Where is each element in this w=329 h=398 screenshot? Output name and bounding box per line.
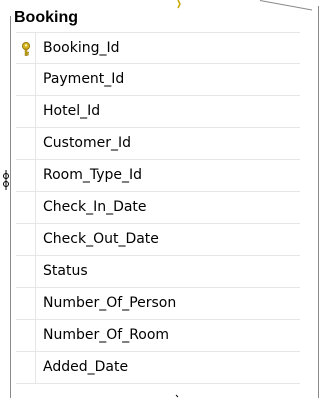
column-row-check-in-date[interactable]: Check_In_Date <box>16 192 300 224</box>
key-gutter <box>16 352 36 383</box>
column-row-booking-id[interactable]: Booking_Id <box>16 32 300 64</box>
column-row-number-of-person[interactable]: Number_Of_Person <box>16 288 300 320</box>
column-name: Hotel_Id <box>43 103 101 119</box>
key-gutter <box>16 288 36 319</box>
column-name: Added_Date <box>43 359 129 375</box>
key-icon <box>22 42 30 56</box>
column-name: Number_Of_Person <box>43 295 177 311</box>
column-row-room-type-id[interactable]: Room_Type_Id <box>16 160 300 192</box>
column-row-payment-id[interactable]: Payment_Id <box>16 64 300 96</box>
column-name: Payment_Id <box>43 71 125 87</box>
key-gutter <box>16 320 36 351</box>
column-row-number-of-room[interactable]: Number_Of_Room <box>16 320 300 352</box>
key-gutter <box>16 160 36 191</box>
column-row-status[interactable]: Status <box>16 256 300 288</box>
column-row-customer-id[interactable]: Customer_Id <box>16 128 300 160</box>
column-name: Status <box>43 263 88 279</box>
key-gutter <box>16 128 36 159</box>
key-gutter <box>16 33 36 63</box>
key-gutter <box>16 256 36 287</box>
column-name: Check_In_Date <box>43 199 147 215</box>
column-name: Check_Out_Date <box>43 231 159 247</box>
key-gutter <box>16 192 36 223</box>
column-name: Number_Of_Room <box>43 327 170 343</box>
table-left-border <box>10 16 11 398</box>
column-name: Room_Type_Id <box>43 167 143 183</box>
column-name: Customer_Id <box>43 135 132 151</box>
key-gutter <box>16 224 36 255</box>
table-right-border <box>318 6 319 398</box>
booking-table[interactable]: Booking Booking_Id Payment_Id Hotel_Id C… <box>10 6 319 398</box>
key-gutter <box>16 64 36 95</box>
column-row-check-out-date[interactable]: Check_Out_Date <box>16 224 300 256</box>
column-row-hotel-id[interactable]: Hotel_Id <box>16 96 300 128</box>
column-name: Booking_Id <box>43 40 120 56</box>
left-relationship-endpoint <box>3 170 9 190</box>
key-gutter <box>16 96 36 127</box>
column-row-added-date[interactable]: Added_Date <box>16 352 300 384</box>
diagram-canvas: Booking Booking_Id Payment_Id Hotel_Id C… <box>0 0 329 398</box>
table-title[interactable]: Booking <box>14 8 78 28</box>
column-list: Booking_Id Payment_Id Hotel_Id Customer_… <box>16 32 300 384</box>
